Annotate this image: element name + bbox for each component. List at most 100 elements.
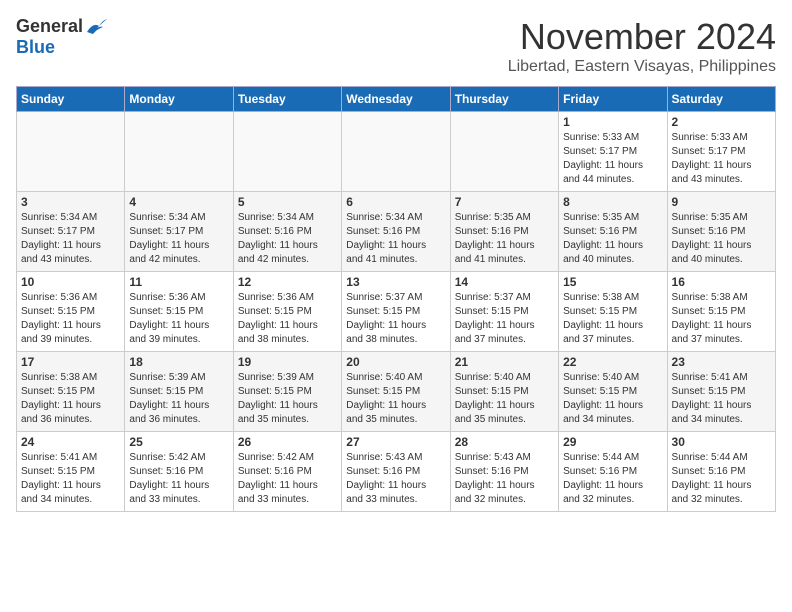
weekday-header-tuesday: Tuesday bbox=[233, 87, 341, 112]
calendar-cell: 18 Sunrise: 5:39 AM Sunset: 5:15 PM Dayli… bbox=[125, 352, 233, 432]
calendar-cell: 28Sunrise: 5:43 AM Sunset: 5:16 PM Dayli… bbox=[450, 432, 558, 512]
day-number: 29 bbox=[563, 435, 662, 449]
calendar-cell: 23 Sunrise: 5:41 AM Sunset: 5:15 PM Dayli… bbox=[667, 352, 775, 432]
calendar-cell bbox=[342, 112, 450, 192]
calendar-cell: 6Sunrise: 5:34 AM Sunset: 5:16 PM Daylig… bbox=[342, 192, 450, 272]
calendar-cell: 4 Sunrise: 5:34 AM Sunset: 5:17 PM Daylig… bbox=[125, 192, 233, 272]
logo-blue-text: Blue bbox=[16, 37, 55, 58]
title-block: November 2024 Libertad, Eastern Visayas,… bbox=[508, 16, 776, 76]
calendar-table: SundayMondayTuesdayWednesdayThursdayFrid… bbox=[16, 86, 776, 512]
day-info: Sunrise: 5:36 AM Sunset: 5:15 PM Dayligh… bbox=[238, 291, 337, 347]
calendar-cell: 11 Sunrise: 5:36 AM Sunset: 5:15 PM Dayli… bbox=[125, 272, 233, 352]
logo: General Blue bbox=[16, 16, 107, 58]
calendar-week-row: 24 Sunrise: 5:41 AM Sunset: 5:15 PM Dayli… bbox=[17, 432, 776, 512]
day-info: Sunrise: 5:40 AM Sunset: 5:15 PM Dayligh… bbox=[346, 371, 445, 427]
day-number: 11 bbox=[129, 275, 228, 289]
page-header: General Blue November 2024 Libertad, Eas… bbox=[16, 16, 776, 76]
calendar-cell: 22Sunrise: 5:40 AM Sunset: 5:15 PM Dayli… bbox=[559, 352, 667, 432]
weekday-header-thursday: Thursday bbox=[450, 87, 558, 112]
calendar-cell: 8 Sunrise: 5:35 AM Sunset: 5:16 PM Daylig… bbox=[559, 192, 667, 272]
day-number: 23 bbox=[672, 355, 771, 369]
calendar-cell bbox=[233, 112, 341, 192]
day-info: Sunrise: 5:38 AM Sunset: 5:15 PM Dayligh… bbox=[21, 371, 120, 427]
day-number: 24 bbox=[21, 435, 120, 449]
day-info: Sunrise: 5:44 AM Sunset: 5:16 PM Dayligh… bbox=[672, 451, 771, 507]
day-number: 15 bbox=[563, 275, 662, 289]
day-info: Sunrise: 5:42 AM Sunset: 5:16 PM Dayligh… bbox=[238, 451, 337, 507]
weekday-header-friday: Friday bbox=[559, 87, 667, 112]
day-number: 1 bbox=[563, 115, 662, 129]
calendar-cell: 21 Sunrise: 5:40 AM Sunset: 5:15 PM Dayli… bbox=[450, 352, 558, 432]
calendar-cell bbox=[450, 112, 558, 192]
weekday-header-wednesday: Wednesday bbox=[342, 87, 450, 112]
calendar-cell: 16 Sunrise: 5:38 AM Sunset: 5:15 PM Dayli… bbox=[667, 272, 775, 352]
day-info: Sunrise: 5:38 AM Sunset: 5:15 PM Dayligh… bbox=[672, 291, 771, 347]
calendar-cell: 14 Sunrise: 5:37 AM Sunset: 5:15 PM Dayli… bbox=[450, 272, 558, 352]
calendar-cell: 3Sunrise: 5:34 AM Sunset: 5:17 PM Daylig… bbox=[17, 192, 125, 272]
day-info: Sunrise: 5:39 AM Sunset: 5:15 PM Dayligh… bbox=[238, 371, 337, 427]
day-number: 26 bbox=[238, 435, 337, 449]
calendar-cell: 7 Sunrise: 5:35 AM Sunset: 5:16 PM Daylig… bbox=[450, 192, 558, 272]
calendar-header-row: SundayMondayTuesdayWednesdayThursdayFrid… bbox=[17, 87, 776, 112]
day-number: 13 bbox=[346, 275, 445, 289]
day-number: 8 bbox=[563, 195, 662, 209]
day-info: Sunrise: 5:34 AM Sunset: 5:17 PM Dayligh… bbox=[129, 211, 228, 267]
day-number: 27 bbox=[346, 435, 445, 449]
day-info: Sunrise: 5:34 AM Sunset: 5:16 PM Dayligh… bbox=[238, 211, 337, 267]
day-info: Sunrise: 5:40 AM Sunset: 5:15 PM Dayligh… bbox=[455, 371, 554, 427]
day-number: 10 bbox=[21, 275, 120, 289]
day-info: Sunrise: 5:44 AM Sunset: 5:16 PM Dayligh… bbox=[563, 451, 662, 507]
day-number: 17 bbox=[21, 355, 120, 369]
calendar-cell: 29 Sunrise: 5:44 AM Sunset: 5:16 PM Dayli… bbox=[559, 432, 667, 512]
calendar-cell: 1 Sunrise: 5:33 AM Sunset: 5:17 PM Daylig… bbox=[559, 112, 667, 192]
day-info: Sunrise: 5:35 AM Sunset: 5:16 PM Dayligh… bbox=[563, 211, 662, 267]
day-number: 30 bbox=[672, 435, 771, 449]
day-number: 5 bbox=[238, 195, 337, 209]
day-number: 9 bbox=[672, 195, 771, 209]
weekday-header-sunday: Sunday bbox=[17, 87, 125, 112]
location-subtitle: Libertad, Eastern Visayas, Philippines bbox=[508, 58, 776, 76]
calendar-cell: 30 Sunrise: 5:44 AM Sunset: 5:16 PM Dayli… bbox=[667, 432, 775, 512]
logo-general-text: General bbox=[16, 16, 83, 37]
day-number: 16 bbox=[672, 275, 771, 289]
day-info: Sunrise: 5:39 AM Sunset: 5:15 PM Dayligh… bbox=[129, 371, 228, 427]
calendar-week-row: 3 Sunrise: 5:34 AM Sunset: 5:17 PM Daylig… bbox=[17, 192, 776, 272]
day-info: Sunrise: 5:41 AM Sunset: 5:15 PM Dayligh… bbox=[21, 451, 120, 507]
day-info: Sunrise: 5:40 AM Sunset: 5:15 PM Dayligh… bbox=[563, 371, 662, 427]
month-title: November 2024 bbox=[508, 16, 776, 58]
day-number: 4 bbox=[129, 195, 228, 209]
calendar-cell: 13 Sunrise: 5:37 AM Sunset: 5:15 PM Dayli… bbox=[342, 272, 450, 352]
calendar-cell: 25Sunrise: 5:42 AM Sunset: 5:16 PM Dayli… bbox=[125, 432, 233, 512]
day-info: Sunrise: 5:37 AM Sunset: 5:15 PM Dayligh… bbox=[346, 291, 445, 347]
day-info: Sunrise: 5:37 AM Sunset: 5:15 PM Dayligh… bbox=[455, 291, 554, 347]
day-number: 7 bbox=[455, 195, 554, 209]
calendar-cell: 15 Sunrise: 5:38 AM Sunset: 5:15 PM Dayli… bbox=[559, 272, 667, 352]
weekday-header-monday: Monday bbox=[125, 87, 233, 112]
calendar-week-row: 1 Sunrise: 5:33 AM Sunset: 5:17 PM Daylig… bbox=[17, 112, 776, 192]
logo-bird-icon bbox=[85, 18, 107, 36]
day-info: Sunrise: 5:41 AM Sunset: 5:15 PM Dayligh… bbox=[672, 371, 771, 427]
calendar-cell bbox=[125, 112, 233, 192]
day-number: 18 bbox=[129, 355, 228, 369]
calendar-cell: 19 Sunrise: 5:39 AM Sunset: 5:15 PM Dayli… bbox=[233, 352, 341, 432]
calendar-week-row: 17 Sunrise: 5:38 AM Sunset: 5:15 PM Dayli… bbox=[17, 352, 776, 432]
day-number: 14 bbox=[455, 275, 554, 289]
day-info: Sunrise: 5:33 AM Sunset: 5:17 PM Dayligh… bbox=[672, 131, 771, 187]
day-number: 21 bbox=[455, 355, 554, 369]
calendar-cell: 2Sunrise: 5:33 AM Sunset: 5:17 PM Daylig… bbox=[667, 112, 775, 192]
day-number: 3 bbox=[21, 195, 120, 209]
calendar-cell: 26 Sunrise: 5:42 AM Sunset: 5:16 PM Dayli… bbox=[233, 432, 341, 512]
day-info: Sunrise: 5:43 AM Sunset: 5:16 PM Dayligh… bbox=[455, 451, 554, 507]
day-info: Sunrise: 5:35 AM Sunset: 5:16 PM Dayligh… bbox=[455, 211, 554, 267]
calendar-cell: 9 Sunrise: 5:35 AM Sunset: 5:16 PM Daylig… bbox=[667, 192, 775, 272]
day-info: Sunrise: 5:36 AM Sunset: 5:15 PM Dayligh… bbox=[129, 291, 228, 347]
calendar-cell bbox=[17, 112, 125, 192]
day-info: Sunrise: 5:35 AM Sunset: 5:16 PM Dayligh… bbox=[672, 211, 771, 267]
day-info: Sunrise: 5:38 AM Sunset: 5:15 PM Dayligh… bbox=[563, 291, 662, 347]
calendar-cell: 12Sunrise: 5:36 AM Sunset: 5:15 PM Dayli… bbox=[233, 272, 341, 352]
day-info: Sunrise: 5:33 AM Sunset: 5:17 PM Dayligh… bbox=[563, 131, 662, 187]
day-number: 20 bbox=[346, 355, 445, 369]
calendar-cell: 27Sunrise: 5:43 AM Sunset: 5:16 PM Dayli… bbox=[342, 432, 450, 512]
calendar-cell: 20 Sunrise: 5:40 AM Sunset: 5:15 PM Dayli… bbox=[342, 352, 450, 432]
day-number: 19 bbox=[238, 355, 337, 369]
